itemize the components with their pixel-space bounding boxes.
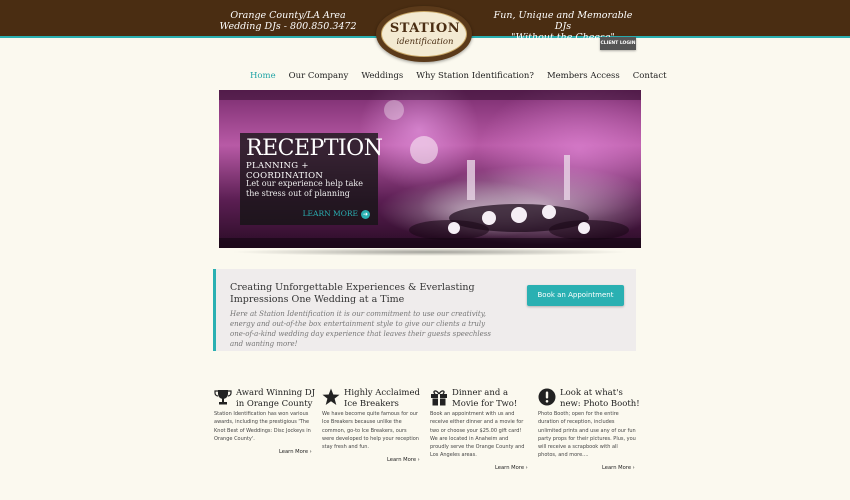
banner-title: Creating Unforgettable Experiences & Eve…: [230, 282, 475, 305]
header-contact: Orange County/LA Area Wedding DJs - 800.…: [218, 10, 358, 32]
hero-title: RECEPTION: [246, 136, 383, 161]
tagline-line1: Fun, Unique and Memorable DJs: [493, 10, 633, 32]
arrow-right-icon: ➜: [361, 209, 370, 219]
site-logo[interactable]: STATION identification: [376, 6, 472, 62]
feature-text: Station Identification has won various a…: [214, 411, 311, 442]
nav-why-station[interactable]: Why Station Identification?: [416, 70, 534, 82]
nav-members-access[interactable]: Members Access: [547, 70, 620, 82]
feature-text: Photo Booth; open for the entire duratio…: [538, 411, 636, 459]
gift-icon: [431, 390, 447, 406]
feature-text: We have become quite famous for our Ice …: [322, 411, 419, 451]
logo-text-station: STATION: [389, 21, 461, 36]
nav-contact[interactable]: Contact: [633, 70, 667, 82]
hero-shadow: [230, 248, 630, 256]
learn-more-link[interactable]: Learn More ›: [279, 449, 312, 455]
learn-more-link[interactable]: Learn More ›: [387, 457, 420, 463]
intro-banner: Creating Unforgettable Experiences & Eve…: [213, 269, 636, 351]
learn-more-link[interactable]: Learn More ›: [602, 465, 635, 471]
nav-home[interactable]: Home: [250, 70, 276, 82]
trophy-icon: [214, 390, 232, 405]
feature-title: Award Winning DJ in Orange County: [236, 388, 316, 409]
feature-title: Highly Acclaimed Ice Breakers: [344, 388, 420, 409]
header-area-text: Orange County/LA Area: [230, 10, 346, 21]
hero-learn-more-link[interactable]: LEARN MORE ➜: [303, 209, 370, 219]
hero-subtitle: PLANNING + COORDINATION: [246, 161, 324, 181]
nav-weddings[interactable]: Weddings: [361, 70, 403, 82]
feature-title: Dinner and a Movie for Two!: [452, 388, 518, 409]
client-login-button[interactable]: CLIENT LOGIN: [600, 37, 636, 50]
book-appointment-button[interactable]: Book an Appointment: [527, 285, 624, 306]
hero-caption: RECEPTION PLANNING + COORDINATION Let ou…: [240, 133, 383, 225]
hero-learn-more-label: LEARN MORE: [302, 209, 358, 218]
feature-title: Look at what's new: Photo Booth!: [560, 388, 640, 409]
learn-more-link[interactable]: Learn More ›: [495, 465, 528, 471]
nav-our-company[interactable]: Our Company: [289, 70, 349, 82]
logo-text-identification: identification: [396, 37, 454, 47]
main-nav: Home Our Company Weddings Why Station Id…: [250, 70, 680, 82]
hero-slider[interactable]: RECEPTION PLANNING + COORDINATION Let ou…: [219, 90, 641, 248]
banner-text: Here at Station Identification it is our…: [230, 310, 491, 348]
exclamation-icon: [538, 388, 556, 406]
logo-badge: STATION identification: [381, 11, 467, 57]
header-phone-text[interactable]: Wedding DJs - 800.850.3472: [218, 21, 358, 32]
star-icon: [322, 388, 340, 405]
feature-text: Book an appointment with us and receive …: [430, 411, 525, 459]
hero-description: Let our experience help take the stress …: [246, 179, 363, 198]
